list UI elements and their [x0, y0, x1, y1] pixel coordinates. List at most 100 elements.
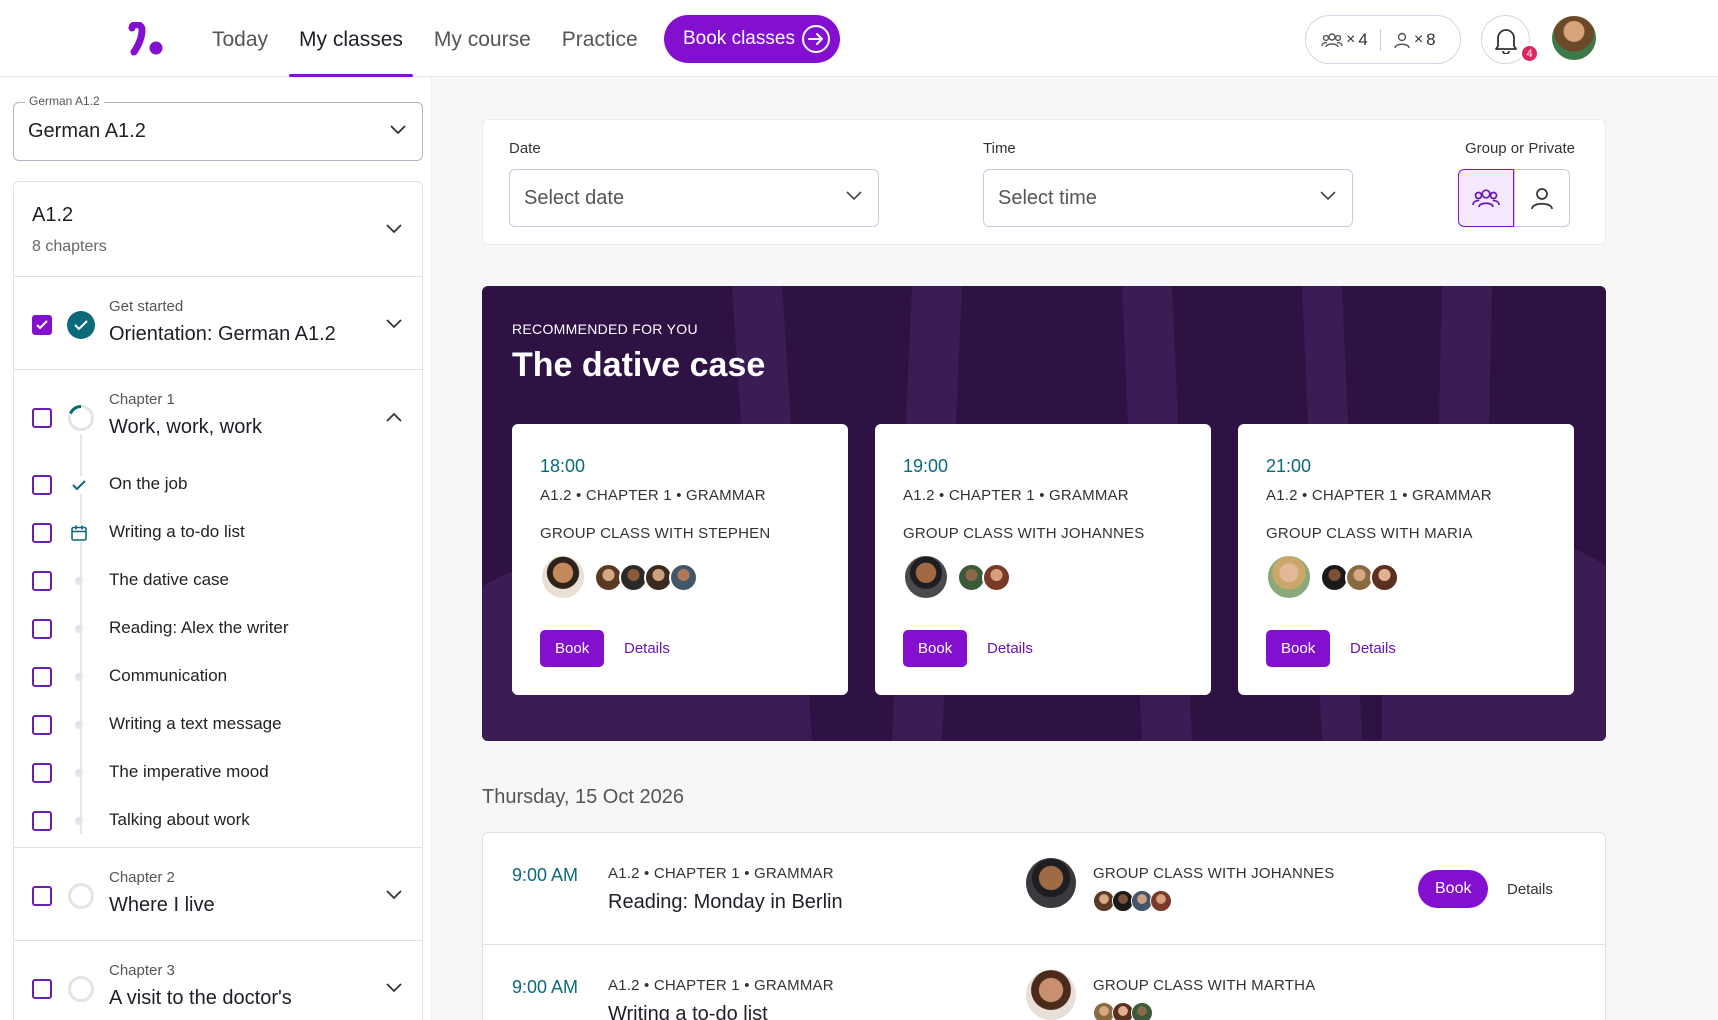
completed-icon: [67, 311, 95, 339]
group-toggle[interactable]: [1458, 169, 1514, 227]
lesson-title: On the job: [109, 474, 188, 493]
notification-badge: 4: [1520, 44, 1539, 63]
course-select-legend: German A1.2: [25, 94, 104, 108]
class-title: Writing a to-do list: [608, 1003, 768, 1020]
course-sidebar: German A1.2 German A1.2 A1.2 8 chapters …: [0, 78, 432, 1020]
course-select[interactable]: German A1.2 German A1.2: [13, 94, 423, 161]
class-credits[interactable]: × 4 × 8: [1305, 15, 1461, 64]
check-icon: [36, 320, 48, 330]
lesson-item[interactable]: Writing a text message: [14, 701, 422, 749]
chapter-label: Chapter 3: [109, 962, 175, 979]
book-classes-label: Book classes: [683, 28, 795, 49]
details-button[interactable]: Details: [1507, 881, 1553, 898]
nav-my-course[interactable]: My course: [434, 0, 531, 77]
class-time: 21:00: [1266, 456, 1312, 476]
chapter-checkbox[interactable]: [32, 979, 52, 999]
teacher-avatar: [540, 554, 586, 600]
chapter-checkbox[interactable]: [32, 886, 52, 906]
lesson-checkbox[interactable]: [32, 475, 52, 495]
main-nav: Today My classes My course Practice: [212, 0, 669, 77]
chapter-title: Where I live: [109, 894, 215, 916]
lesson-checkbox[interactable]: [32, 523, 52, 543]
lesson-checkbox[interactable]: [32, 763, 52, 783]
level-subtitle: 8 chapters: [32, 238, 107, 255]
pending-dot: [70, 764, 88, 782]
course-select-value: German A1.2: [28, 120, 146, 142]
chevron-up-icon[interactable]: [386, 412, 402, 422]
chapter-title: Orientation: German A1.2: [109, 323, 336, 345]
book-classes-button[interactable]: Book classes: [664, 15, 840, 63]
class-list: 9:00 AM A1.2 • CHAPTER 1 • GRAMMAR Readi…: [482, 832, 1606, 1020]
level-header[interactable]: A1.2 8 chapters: [14, 182, 422, 277]
app-logo[interactable]: [128, 22, 168, 60]
lesson-title: Writing a to-do list: [109, 522, 245, 541]
time-label: Time: [983, 140, 1016, 157]
chapter-title[interactable]: Work, work, work: [109, 416, 262, 439]
pending-dot: [70, 716, 88, 734]
lesson-item[interactable]: Reading: Alex the writer: [14, 605, 422, 653]
lesson-checkbox[interactable]: [32, 811, 52, 831]
recommended-class-card[interactable]: 18:00 A1.2 • CHAPTER 1 • GRAMMAR GROUP C…: [512, 424, 848, 695]
chapter-get-started[interactable]: Get started Orientation: German A1.2: [14, 277, 422, 370]
chapter-label: Get started: [109, 298, 184, 315]
lesson-item[interactable]: On the job: [14, 461, 422, 509]
times-sign: ×: [1346, 30, 1356, 48]
user-avatar[interactable]: [1552, 16, 1596, 60]
book-button[interactable]: Book: [1418, 870, 1489, 908]
teacher-avatar: [903, 554, 949, 600]
lesson-item[interactable]: The dative case: [14, 557, 422, 605]
recommended-eyebrow: RECOMMENDED FOR YOU: [512, 321, 698, 337]
private-toggle[interactable]: [1514, 169, 1570, 227]
pending-dot: [70, 812, 88, 830]
class-meta: A1.2 • CHAPTER 1 • GRAMMAR: [1266, 487, 1492, 504]
details-button[interactable]: Details: [1350, 640, 1396, 657]
book-button[interactable]: Book: [540, 630, 605, 667]
lesson-item[interactable]: Talking about work: [14, 797, 422, 845]
class-teacher: GROUP CLASS WITH MARTHA: [1093, 977, 1316, 994]
type-label: Group or Private: [1464, 140, 1575, 157]
student-avatar: [1150, 890, 1172, 912]
lesson-checkbox[interactable]: [32, 667, 52, 687]
lesson-checkbox[interactable]: [32, 715, 52, 735]
participants: [540, 554, 698, 600]
book-button[interactable]: Book: [903, 630, 968, 667]
class-meta: A1.2 • CHAPTER 1 • GRAMMAR: [608, 977, 834, 994]
lesson-checkbox[interactable]: [32, 571, 52, 591]
pending-dot: [70, 572, 88, 590]
date-label: Date: [509, 140, 541, 157]
nav-my-classes[interactable]: My classes: [289, 0, 413, 77]
lesson-item[interactable]: Writing a to-do list: [14, 509, 422, 557]
lesson-item[interactable]: Communication: [14, 653, 422, 701]
class-meta: A1.2 • CHAPTER 1 • GRAMMAR: [608, 865, 834, 882]
lesson-checkbox[interactable]: [32, 619, 52, 639]
class-row[interactable]: 9:00 AM A1.2 • CHAPTER 1 • GRAMMAR Readi…: [483, 833, 1605, 945]
nav-practice[interactable]: Practice: [562, 0, 638, 77]
progress-ring-icon: [68, 405, 94, 431]
teacher-avatar: [1266, 554, 1312, 600]
book-button[interactable]: Book: [1266, 630, 1331, 667]
recommended-class-card[interactable]: 21:00 A1.2 • CHAPTER 1 • GRAMMAR GROUP C…: [1238, 424, 1574, 695]
empty-progress-icon: [68, 883, 94, 909]
time-select[interactable]: Select time: [983, 169, 1353, 227]
class-row[interactable]: 9:00 AM A1.2 • CHAPTER 1 • GRAMMAR Writi…: [483, 945, 1605, 1020]
student-avatar: [1131, 1002, 1153, 1020]
chevron-down-icon: [1320, 191, 1336, 201]
times-sign: ×: [1413, 30, 1424, 48]
details-button[interactable]: Details: [987, 640, 1033, 657]
date-select[interactable]: Select date: [509, 169, 879, 227]
chapter-label: Chapter 1: [109, 391, 175, 408]
details-button[interactable]: Details: [624, 640, 670, 657]
nav-today[interactable]: Today: [212, 0, 268, 77]
lesson-title: Communication: [109, 666, 228, 685]
arrow-right-icon: [802, 25, 830, 53]
class-teacher: GROUP CLASS WITH MARIA: [1266, 525, 1473, 542]
date-placeholder: Select date: [524, 187, 625, 209]
chapter-3[interactable]: Chapter 3 A visit to the doctor's: [14, 941, 422, 1020]
chapter-2[interactable]: Chapter 2 Where I live: [14, 848, 422, 941]
empty-progress-icon: [68, 976, 94, 1002]
chapter-checkbox[interactable]: [32, 408, 52, 428]
recommended-banner: RECOMMENDED FOR YOU The dative case 18:0…: [482, 286, 1606, 741]
recommended-class-card[interactable]: 19:00 A1.2 • CHAPTER 1 • GRAMMAR GROUP C…: [875, 424, 1211, 695]
lesson-item[interactable]: The imperative mood: [14, 749, 422, 797]
chapter-checkbox[interactable]: [32, 315, 52, 335]
